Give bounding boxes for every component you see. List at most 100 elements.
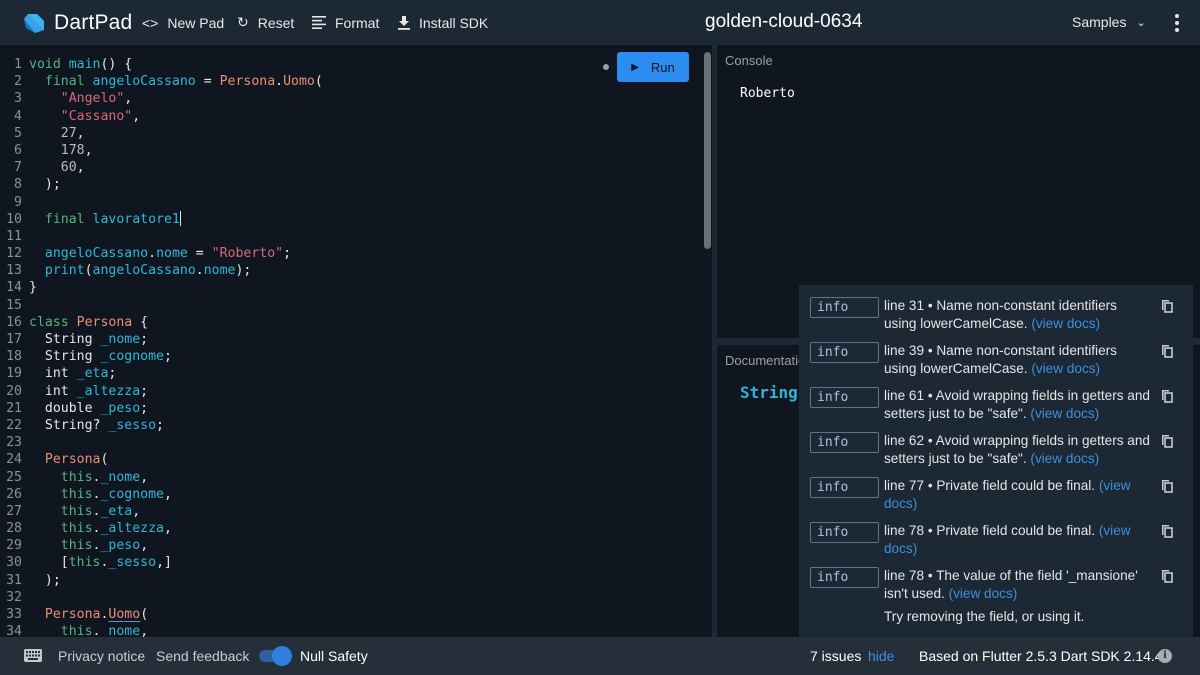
severity-badge: info xyxy=(810,387,879,408)
code-line[interactable]: 32 xyxy=(0,589,323,606)
samples-dropdown[interactable]: Samples ⌄ xyxy=(1072,14,1146,30)
code-token: _cognome xyxy=(100,349,164,365)
copy-icon[interactable] xyxy=(1161,569,1173,583)
info-icon[interactable]: i xyxy=(1158,649,1172,663)
line-content: ); xyxy=(29,572,61,589)
view-docs-link[interactable]: (view docs) xyxy=(1030,406,1099,421)
code-line[interactable]: 30 [this._sesso,] xyxy=(0,554,323,571)
issue-text: line 62 • Avoid wrapping fields in gette… xyxy=(884,433,1150,466)
code-line[interactable]: 14} xyxy=(0,279,323,296)
code-token: this xyxy=(60,624,93,637)
copy-icon[interactable] xyxy=(1161,434,1173,448)
dartpad-logo[interactable]: DartPad xyxy=(22,11,132,35)
dart-logo-icon xyxy=(24,13,44,33)
code-line[interactable]: 27 this._eta, xyxy=(0,503,323,520)
view-docs-link[interactable]: (view docs) xyxy=(1031,316,1100,331)
issue-text: line 77 • Private field could be final. xyxy=(884,478,1099,493)
code-line[interactable]: 13 print(angeloCassano.nome); xyxy=(0,262,323,279)
code-line[interactable]: 22 String? _sesso; xyxy=(0,417,323,434)
copy-icon[interactable] xyxy=(1161,389,1173,403)
code-line[interactable]: 24 Persona( xyxy=(0,451,323,468)
issues-count: 7 issues xyxy=(810,648,862,664)
code-line[interactable]: 6 178, xyxy=(0,142,323,159)
code-editor[interactable]: 1 void main() {2 final angeloCassano = Pe… xyxy=(0,45,712,637)
code-line[interactable]: 34 this._nome, xyxy=(0,623,323,637)
code-token-warning: Uomo xyxy=(108,607,141,622)
editor-scrollbar[interactable] xyxy=(704,52,711,249)
code-line[interactable]: 1 void main() { xyxy=(0,56,323,73)
line-number: 18 xyxy=(6,349,22,365)
send-feedback-link[interactable]: Send feedback xyxy=(156,648,249,664)
code-line[interactable]: 31 ); xyxy=(0,572,323,589)
code-line[interactable]: 10 final lavoratore1 xyxy=(0,210,323,228)
code-token: , xyxy=(164,521,172,537)
line-content: Persona.Uomo( xyxy=(29,606,148,623)
code-line[interactable]: 20 int _altezza; xyxy=(0,383,323,400)
code-line[interactable]: 15 xyxy=(0,297,323,314)
code-line[interactable]: 29 this._peso, xyxy=(0,537,323,554)
code-line[interactable]: 8 ); xyxy=(0,176,323,193)
line-number: 29 xyxy=(6,538,22,554)
code-token: main xyxy=(68,57,101,72)
line-number: 31 xyxy=(6,572,22,588)
copy-icon[interactable] xyxy=(1161,299,1173,313)
code-line[interactable]: 19 int _eta; xyxy=(0,365,323,382)
run-button[interactable]: ▶ Run xyxy=(617,52,689,82)
code-line[interactable]: 16 class Persona { xyxy=(0,314,323,331)
code-line[interactable]: 21 double _peso; xyxy=(0,400,323,417)
code-line[interactable]: 33 Persona.Uomo( xyxy=(0,606,323,623)
code-line[interactable]: 26 this._cognome, xyxy=(0,486,323,503)
code-line[interactable]: 2 final angeloCassano = Persona.Uomo( xyxy=(0,73,323,90)
line-number: 10 xyxy=(6,211,22,227)
code-token: int xyxy=(29,383,77,399)
code-line[interactable]: 9 xyxy=(0,194,323,211)
code-line[interactable]: 18 String _cognome; xyxy=(0,348,323,365)
code-token: ,] xyxy=(156,555,172,571)
line-content: int _eta; xyxy=(29,365,116,382)
code-line[interactable]: 17 String _nome; xyxy=(0,331,323,348)
more-options-icon[interactable] xyxy=(1171,13,1183,33)
code-line[interactable]: 4 "Cassano", xyxy=(0,108,323,125)
new-pad-button[interactable]: <> New Pad xyxy=(142,15,224,31)
code-token: Persona xyxy=(44,607,101,622)
line-content: final angeloCassano = Persona.Uomo( xyxy=(29,73,323,90)
view-docs-link[interactable]: (view docs) xyxy=(1030,451,1099,466)
line-content: Persona( xyxy=(29,451,109,468)
code-line[interactable]: 23 xyxy=(0,434,323,451)
null-safety-label: Null Safety xyxy=(300,648,368,664)
copy-icon[interactable] xyxy=(1161,524,1173,538)
code-line[interactable]: 5 27, xyxy=(0,125,323,142)
copy-icon[interactable] xyxy=(1161,479,1173,493)
pad-title[interactable]: golden-cloud-0634 xyxy=(705,11,862,33)
code-token: = xyxy=(187,246,212,262)
code-line[interactable]: 11 xyxy=(0,228,323,245)
code-lines[interactable]: 1 void main() {2 final angeloCassano = Pe… xyxy=(0,56,323,637)
view-docs-link[interactable]: (view docs) xyxy=(1031,361,1100,376)
null-safety-toggle[interactable] xyxy=(259,646,292,666)
code-line[interactable]: 12 angeloCassano.nome = "Roberto"; xyxy=(0,245,323,262)
toggle-thumb xyxy=(272,646,292,666)
reset-button[interactable]: ↻ Reset xyxy=(237,14,294,31)
line-number: 20 xyxy=(6,383,22,399)
privacy-notice-link[interactable]: Privacy notice xyxy=(58,648,145,664)
code-line[interactable]: 25 this._nome, xyxy=(0,469,323,486)
copy-icon[interactable] xyxy=(1161,344,1173,358)
code-token: ; xyxy=(140,332,149,347)
hide-issues-link[interactable]: hide xyxy=(868,648,894,664)
code-token: _nome xyxy=(100,332,141,347)
format-button[interactable]: Format xyxy=(312,15,379,31)
text-cursor xyxy=(179,210,181,226)
code-line[interactable]: 28 this._altezza, xyxy=(0,520,323,537)
code-token: this xyxy=(60,521,93,537)
install-sdk-button[interactable]: Install SDK xyxy=(398,15,488,31)
view-docs-link[interactable]: (view docs) xyxy=(949,586,1018,601)
code-line[interactable]: 3 "Angelo", xyxy=(0,90,323,107)
keyboard-icon[interactable] xyxy=(24,649,42,662)
code-line[interactable]: 7 60, xyxy=(0,159,323,176)
app-header: DartPad <> New Pad ↻ Reset Format Instal… xyxy=(0,0,1200,45)
code-token: () { xyxy=(100,57,133,72)
code-token: , xyxy=(132,503,141,519)
code-token: nome xyxy=(203,263,236,279)
